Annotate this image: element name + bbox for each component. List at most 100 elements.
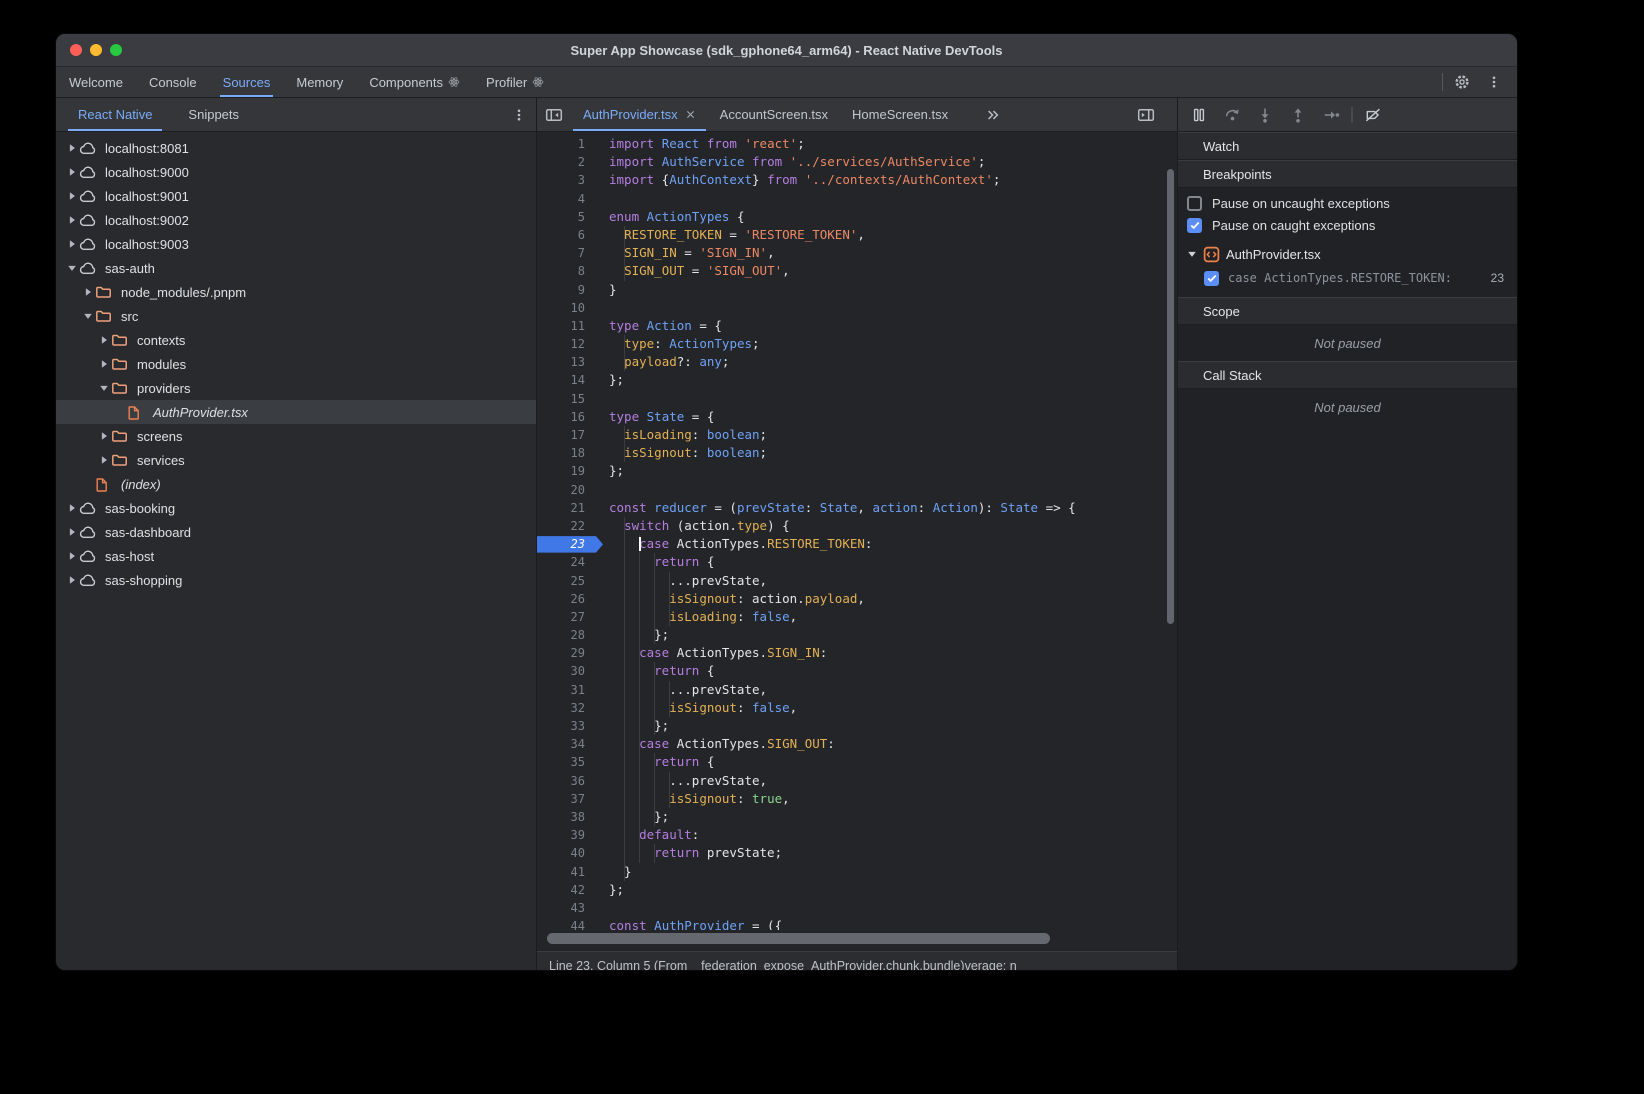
line-number[interactable]: 18 <box>537 444 597 462</box>
tree-item-services[interactable]: services <box>56 448 536 472</box>
chevron-right-icon[interactable] <box>64 215 79 225</box>
line-number[interactable]: 21 <box>537 499 597 517</box>
code-line-4[interactable]: 4 <box>537 190 1177 208</box>
line-number[interactable]: 25 <box>537 572 597 590</box>
code-line-18[interactable]: 18 isSignout: boolean; <box>537 444 1177 462</box>
line-number[interactable]: 39 <box>537 826 597 844</box>
editor-tab-accountscreen-tsx[interactable]: AccountScreen.tsx <box>708 98 840 131</box>
editor-vertical-scrollbar[interactable] <box>1167 169 1174 624</box>
code-line-29[interactable]: 29 case ActionTypes.SIGN_IN: <box>537 644 1177 662</box>
code-editor[interactable]: 1import React from 'react';2import AuthS… <box>537 132 1177 930</box>
breakpoint-group-authprovider-tsx[interactable]: AuthProvider.tsx <box>1178 242 1517 266</box>
line-number[interactable]: 22 <box>537 517 597 535</box>
checkbox-checked[interactable] <box>1204 271 1219 286</box>
chevron-right-icon[interactable] <box>96 359 111 369</box>
code-line-42[interactable]: 42}; <box>537 881 1177 899</box>
line-number[interactable]: 41 <box>537 863 597 881</box>
pause-icon[interactable] <box>1186 103 1212 127</box>
step-over-icon[interactable] <box>1219 103 1245 127</box>
code-line-38[interactable]: 38 }; <box>537 808 1177 826</box>
checkbox-unchecked[interactable] <box>1187 196 1202 211</box>
code-line-44[interactable]: 44const AuthProvider = ({ <box>537 917 1177 930</box>
watch-section-header[interactable]: Watch <box>1178 132 1517 160</box>
minimize-window-button[interactable] <box>90 44 102 56</box>
tree-item-localhost-9001[interactable]: localhost:9001 <box>56 184 536 208</box>
close-tab-icon[interactable] <box>685 109 696 120</box>
tree-item-localhost-9002[interactable]: localhost:9002 <box>56 208 536 232</box>
code-line-5[interactable]: 5enum ActionTypes { <box>537 208 1177 226</box>
code-line-15[interactable]: 15 <box>537 390 1177 408</box>
line-number[interactable]: 44 <box>537 917 597 930</box>
line-number[interactable]: 31 <box>537 681 597 699</box>
line-number[interactable]: 28 <box>537 626 597 644</box>
navigator-kebab-icon[interactable] <box>506 103 532 127</box>
code-line-36[interactable]: 36 ...prevState, <box>537 772 1177 790</box>
code-line-28[interactable]: 28 }; <box>537 626 1177 644</box>
line-number[interactable]: 37 <box>537 790 597 808</box>
code-line-1[interactable]: 1import React from 'react'; <box>537 135 1177 153</box>
breakpoint-marker[interactable]: 23 <box>537 536 603 553</box>
editor-tab-homescreen-tsx[interactable]: HomeScreen.tsx <box>840 98 960 131</box>
chevron-right-icon[interactable] <box>80 287 95 297</box>
code-line-26[interactable]: 26 isSignout: action.payload, <box>537 590 1177 608</box>
step-icon[interactable] <box>1318 103 1344 127</box>
chevron-right-icon[interactable] <box>64 167 79 177</box>
code-line-11[interactable]: 11type Action = { <box>537 317 1177 335</box>
tree-item-screens[interactable]: screens <box>56 424 536 448</box>
line-number[interactable]: 15 <box>537 390 597 408</box>
line-number[interactable]: 42 <box>537 881 597 899</box>
code-line-27[interactable]: 27 isLoading: false, <box>537 608 1177 626</box>
code-line-43[interactable]: 43 <box>537 899 1177 917</box>
settings-gear-icon[interactable] <box>1449 70 1475 94</box>
line-number[interactable]: 4 <box>537 190 597 208</box>
tree-item-localhost-9003[interactable]: localhost:9003 <box>56 232 536 256</box>
code-line-9[interactable]: 9} <box>537 281 1177 299</box>
toggle-navigator-icon[interactable] <box>541 103 567 127</box>
line-number[interactable]: 33 <box>537 717 597 735</box>
line-number[interactable]: 27 <box>537 608 597 626</box>
line-number[interactable]: 16 <box>537 408 597 426</box>
code-line-34[interactable]: 34 case ActionTypes.SIGN_OUT: <box>537 735 1177 753</box>
line-number[interactable]: 7 <box>537 244 597 262</box>
code-line-37[interactable]: 37 isSignout: true, <box>537 790 1177 808</box>
tab-memory[interactable]: Memory <box>283 67 356 97</box>
line-number[interactable]: 3 <box>537 171 597 189</box>
breakpoints-section-header[interactable]: Breakpoints <box>1178 160 1517 188</box>
line-number[interactable]: 26 <box>537 590 597 608</box>
code-line-22[interactable]: 22 switch (action.type) { <box>537 517 1177 535</box>
chevron-right-icon[interactable] <box>64 503 79 513</box>
line-number[interactable]: 38 <box>537 808 597 826</box>
tree-item-src[interactable]: src <box>56 304 536 328</box>
checkbox-row-pause-on-uncaught-exceptions[interactable]: Pause on uncaught exceptions <box>1178 192 1517 214</box>
code-line-14[interactable]: 14}; <box>537 371 1177 389</box>
navigator-tab-react-native[interactable]: React Native <box>64 98 166 131</box>
code-line-32[interactable]: 32 isSignout: false, <box>537 699 1177 717</box>
chevron-down-icon[interactable] <box>96 383 111 393</box>
chevron-right-icon[interactable] <box>96 335 111 345</box>
code-line-33[interactable]: 33 }; <box>537 717 1177 735</box>
tree-item-localhost-8081[interactable]: localhost:8081 <box>56 136 536 160</box>
line-number[interactable]: 36 <box>537 772 597 790</box>
line-number[interactable]: 24 <box>537 553 597 571</box>
scope-section-header[interactable]: Scope <box>1178 297 1517 325</box>
tab-welcome[interactable]: Welcome <box>56 67 136 97</box>
breakpoint-entry[interactable]: case ActionTypes.RESTORE_TOKEN:23 <box>1178 266 1517 290</box>
line-number[interactable]: 2 <box>537 153 597 171</box>
chevron-right-icon[interactable] <box>64 575 79 585</box>
line-number[interactable]: 29 <box>537 644 597 662</box>
hscroll-thumb[interactable] <box>547 933 1050 944</box>
chevron-right-icon[interactable] <box>64 239 79 249</box>
line-number[interactable]: 1 <box>537 135 597 153</box>
line-number[interactable]: 34 <box>537 735 597 753</box>
tree-item-node-modules-pnpm[interactable]: node_modules/.pnpm <box>56 280 536 304</box>
line-number[interactable]: 35 <box>537 753 597 771</box>
checkbox-checked[interactable] <box>1187 218 1202 233</box>
line-number[interactable]: 19 <box>537 462 597 480</box>
line-number[interactable]: 32 <box>537 699 597 717</box>
code-line-13[interactable]: 13 payload?: any; <box>537 353 1177 371</box>
navigator-tab-snippets[interactable]: Snippets <box>174 98 253 131</box>
line-number[interactable]: 9 <box>537 281 597 299</box>
chevron-right-icon[interactable] <box>64 191 79 201</box>
code-line-8[interactable]: 8 SIGN_OUT = 'SIGN_OUT', <box>537 262 1177 280</box>
bundle-link[interactable]: __federation_expose_AuthProvider.chunk.b… <box>687 959 960 972</box>
